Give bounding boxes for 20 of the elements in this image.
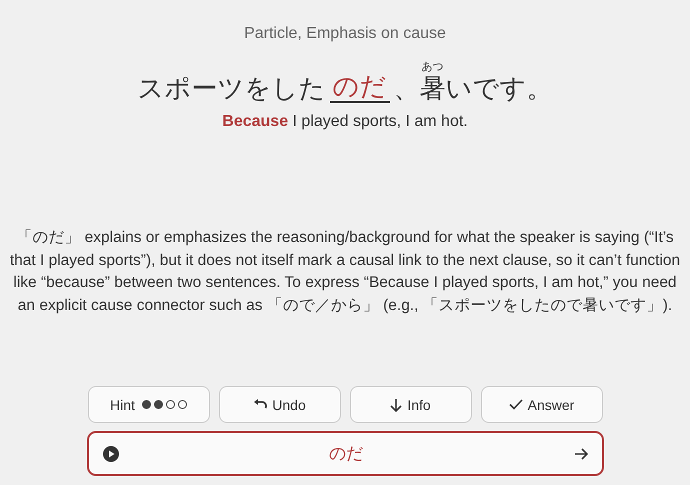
answer-text: のだ <box>328 443 364 465</box>
category-label: Particle, Emphasis on cause <box>244 25 446 43</box>
answer-button[interactable]: Answer <box>480 386 602 423</box>
sentence-text: スポーツをした <box>138 73 326 103</box>
undo-button[interactable]: Undo <box>218 386 340 423</box>
answer-blank: のだ <box>330 71 390 103</box>
undo-icon <box>253 398 268 410</box>
translation: Because I played sports, I am hot. <box>222 113 468 131</box>
answer-bar[interactable]: のだ <box>86 431 604 476</box>
explanation-text: 「のだ」 explains or emphasizes the reasoning/background for what the speaker is saying (“It’s that I played sports”), but it does not itself mark a causal link to the next clause, so it can’t function like “because” between two sentences. To express “Because I played sports, I am hot,” you need an explicit cause connector such as 「ので／から」 (e.g., 「スポーツをしたので暑いです」). <box>8 228 682 316</box>
check-icon <box>508 399 523 410</box>
play-icon[interactable] <box>102 446 118 462</box>
sentence-text: いです。 <box>446 73 552 103</box>
arrow-right-icon[interactable] <box>574 448 588 460</box>
info-button[interactable]: Info <box>350 386 472 423</box>
furigana: あつ <box>422 61 444 73</box>
sentence-text: 、 <box>394 73 420 103</box>
arrow-down-icon <box>390 398 402 412</box>
hint-button[interactable]: Hint <box>88 386 210 423</box>
sentence-text: 暑 <box>420 73 446 103</box>
